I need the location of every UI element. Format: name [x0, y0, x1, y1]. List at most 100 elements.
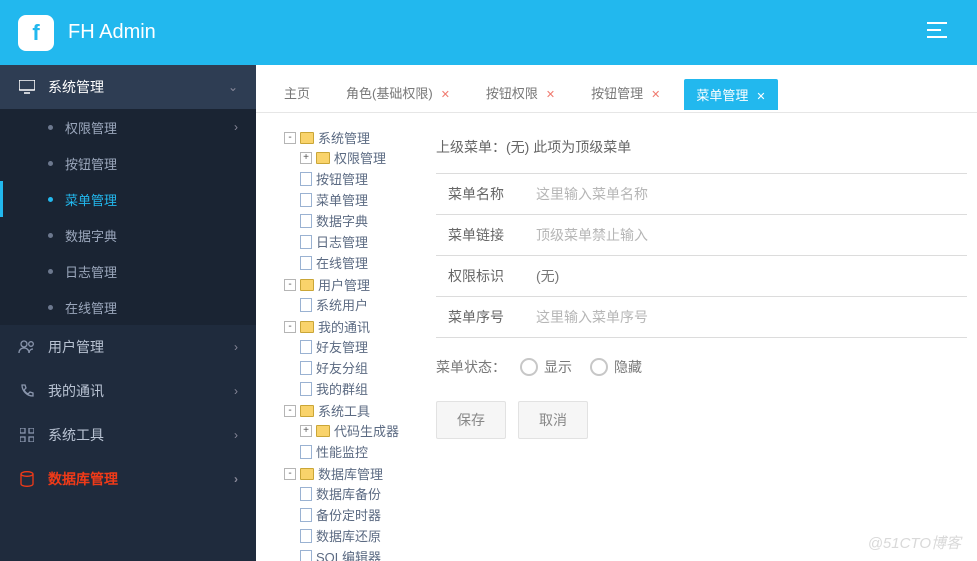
dot-icon — [48, 197, 53, 202]
field-menu-link: 菜单链接 — [436, 214, 967, 256]
sidebar-item-label: 我的通讯 — [48, 381, 104, 401]
close-icon[interactable]: ✕ — [651, 89, 660, 101]
file-icon — [300, 382, 312, 396]
sidebar-sub-online[interactable]: 在线管理 — [0, 289, 256, 325]
tree-node[interactable]: 按钮管理 — [300, 169, 418, 188]
tree-node[interactable]: SQL编辑器 — [300, 547, 418, 561]
tree-node[interactable]: 日志管理 — [300, 232, 418, 251]
tab-bar: 主页 角色(基础权限)✕ 按钮权限✕ 按钮管理✕ 菜单管理✕ — [256, 65, 977, 113]
menu-toggle-icon[interactable] — [927, 22, 947, 43]
parent-menu-row: 上级菜单：(无) 此项为顶级菜单 — [436, 137, 967, 157]
tree-node[interactable]: + 权限管理 — [300, 148, 418, 167]
radio-icon — [520, 358, 538, 376]
sidebar-sub-log[interactable]: 日志管理 — [0, 253, 256, 289]
status-row: 菜单状态： 显示 隐藏 — [436, 357, 967, 377]
main-area: 主页 角色(基础权限)✕ 按钮权限✕ 按钮管理✕ 菜单管理✕ -系统管理+权限管… — [256, 65, 977, 561]
file-icon — [300, 529, 312, 543]
label-menu-perm: 权限标识 — [436, 266, 524, 286]
sidebar-item-label: 用户管理 — [48, 337, 104, 357]
tree-node[interactable]: 备份定时器 — [300, 505, 418, 524]
close-icon[interactable]: ✕ — [756, 91, 765, 103]
radio-show[interactable]: 显示 — [520, 357, 572, 377]
tree-node-label: 系统用户 — [316, 295, 368, 314]
folder-icon — [300, 132, 314, 144]
sidebar-sub-permission[interactable]: 权限管理› — [0, 109, 256, 145]
folder-icon — [300, 405, 314, 417]
monitor-icon — [18, 78, 36, 96]
tree-node[interactable]: 在线管理 — [300, 253, 418, 272]
tab-home[interactable]: 主页 — [272, 77, 322, 112]
chevron-right-icon: › — [234, 120, 238, 134]
minus-icon[interactable]: - — [284, 321, 296, 333]
tree-node-label: 我的群组 — [316, 379, 368, 398]
tree-node[interactable]: +代码生成器 — [300, 421, 418, 440]
dot-icon — [48, 161, 53, 166]
cancel-button[interactable]: 取消 — [518, 401, 588, 439]
tab-btnmgmt[interactable]: 按钮管理✕ — [579, 77, 672, 112]
plus-icon[interactable]: + — [300, 425, 312, 437]
folder-icon — [300, 468, 314, 480]
file-icon — [300, 340, 312, 354]
input-menu-name[interactable] — [524, 174, 967, 214]
tab-role[interactable]: 角色(基础权限)✕ — [334, 77, 462, 112]
tree-node-label: 用户管理 — [318, 275, 370, 294]
tree-node[interactable]: - 我的通讯 — [284, 317, 418, 336]
chevron-right-icon: › — [234, 384, 238, 398]
tree-node[interactable]: 系统用户 — [300, 295, 418, 314]
users-icon — [18, 338, 36, 356]
sidebar-item-users[interactable]: 用户管理 › — [0, 325, 256, 369]
close-icon[interactable]: ✕ — [546, 89, 555, 101]
sidebar-item-comm[interactable]: 我的通讯 › — [0, 369, 256, 413]
sidebar-sub-menu[interactable]: 菜单管理 — [0, 181, 256, 217]
file-icon — [300, 214, 312, 228]
save-button[interactable]: 保存 — [436, 401, 506, 439]
phone-icon — [18, 382, 36, 400]
input-menu-order[interactable] — [524, 297, 967, 337]
tree-node[interactable]: -系统管理 — [284, 128, 418, 147]
plus-icon[interactable]: + — [300, 152, 312, 164]
watermark: @51CTO博客 — [868, 532, 961, 553]
tree-node[interactable]: 数据库还原 — [300, 526, 418, 545]
tree-node-label: 系统工具 — [318, 401, 370, 420]
tree-node-label: 权限管理 — [334, 148, 386, 167]
tree-node-label: 日志管理 — [316, 232, 368, 251]
tree-node-label: 我的通讯 — [318, 317, 370, 336]
sidebar-sub-button[interactable]: 按钮管理 — [0, 145, 256, 181]
minus-icon[interactable]: - — [284, 279, 296, 291]
sidebar-sub-dict[interactable]: 数据字典 — [0, 217, 256, 253]
tree-node[interactable]: 好友分组 — [300, 358, 418, 377]
minus-icon[interactable]: - — [284, 405, 296, 417]
tree-node-label: 数据字典 — [316, 211, 368, 230]
sidebar-item-label: 系统工具 — [48, 425, 104, 445]
tree-node[interactable]: 好友管理 — [300, 337, 418, 356]
folder-icon — [316, 152, 330, 164]
tree-node[interactable]: 我的群组 — [300, 379, 418, 398]
close-icon[interactable]: ✕ — [441, 89, 450, 101]
sidebar-item-tools[interactable]: 系统工具 › — [0, 413, 256, 457]
tree-node[interactable]: -数据库管理 — [284, 464, 418, 483]
sidebar-item-database[interactable]: 数据库管理 › — [0, 457, 256, 501]
radio-hide[interactable]: 隐藏 — [590, 357, 642, 377]
tree-node[interactable]: - 系统工具 — [284, 401, 418, 420]
input-menu-link[interactable] — [524, 215, 967, 255]
tree-node[interactable]: 数据库备份 — [300, 484, 418, 503]
sidebar-item-system[interactable]: 系统管理 ⌄ — [0, 65, 256, 109]
folder-icon — [300, 279, 314, 291]
minus-icon[interactable]: - — [284, 132, 296, 144]
tree-node[interactable]: 数据字典 — [300, 211, 418, 230]
radio-icon — [590, 358, 608, 376]
tree-node[interactable]: - 用户管理 — [284, 275, 418, 294]
file-icon — [300, 550, 312, 561]
file-icon — [300, 193, 312, 207]
sidebar-item-label: 数据库管理 — [48, 469, 118, 489]
tree-node[interactable]: 性能监控 — [300, 442, 418, 461]
minus-icon[interactable]: - — [284, 468, 296, 480]
tree-node-label: 按钮管理 — [316, 169, 368, 188]
file-icon — [300, 256, 312, 270]
tab-menumgmt[interactable]: 菜单管理✕ — [684, 79, 777, 110]
logo-letter: f — [32, 22, 39, 44]
tab-btnperm[interactable]: 按钮权限✕ — [474, 77, 567, 112]
field-menu-name: 菜单名称 — [436, 173, 967, 215]
tree-node[interactable]: 菜单管理 — [300, 190, 418, 209]
chevron-right-icon: › — [234, 340, 238, 354]
